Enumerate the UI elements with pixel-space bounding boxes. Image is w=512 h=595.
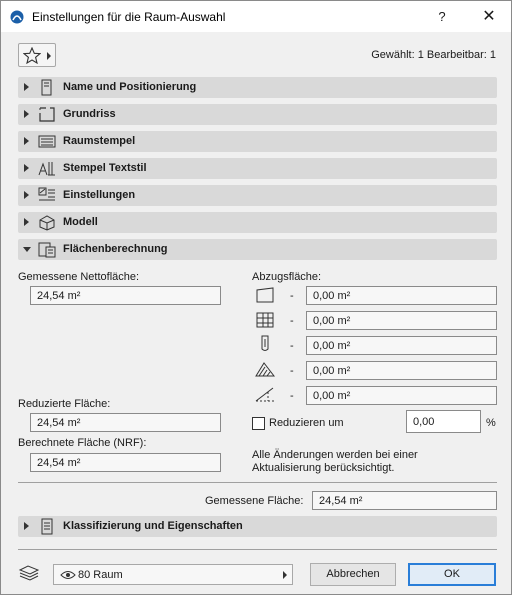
deduction-dash: - xyxy=(290,340,294,352)
layers-icon xyxy=(18,565,40,581)
expand-arrow-icon xyxy=(24,522,29,530)
collapse-arrow-icon xyxy=(23,247,31,252)
section-name-positioning[interactable]: Name und Positionierung xyxy=(18,77,497,98)
deduction-field-column: 0,00 m² xyxy=(306,336,497,355)
section-floorplan[interactable]: Grundriss xyxy=(18,104,497,125)
divider xyxy=(18,549,497,550)
classification-icon xyxy=(41,518,53,535)
layer-select[interactable]: 80 Raum xyxy=(53,564,293,585)
section-label: Klassifizierung und Eigenschaften xyxy=(63,520,243,532)
layer-value: 80 Raum xyxy=(78,569,123,581)
chevron-right-icon xyxy=(47,52,51,60)
help-button[interactable]: ? xyxy=(431,7,453,27)
section-label: Stempel Textstil xyxy=(63,162,147,174)
section-label: Einstellungen xyxy=(63,189,136,201)
measured-area-label: Gemessene Fläche: xyxy=(205,495,304,507)
expand-arrow-icon xyxy=(24,191,29,199)
deduction-field-roof: 0,00 m² xyxy=(306,386,497,405)
section-label: Modell xyxy=(63,216,98,228)
chevron-right-icon xyxy=(283,571,287,579)
roof-icon xyxy=(255,387,274,402)
deduction-dash: - xyxy=(290,290,294,302)
measured-area-field: 24,54 m² xyxy=(312,491,497,510)
reduced-area-label: Reduzierte Fläche: xyxy=(18,398,111,410)
dialog-window: Einstellungen für die Raum-Auswahl ? ✕ G… xyxy=(0,0,512,595)
floorplan-icon xyxy=(39,107,55,122)
ok-button[interactable]: OK xyxy=(408,563,496,586)
eye-icon xyxy=(60,571,76,579)
measured-net-area-label: Gemessene Nettofläche: xyxy=(18,271,140,283)
title-bar: Einstellungen für die Raum-Auswahl ? ✕ xyxy=(1,1,511,32)
deduction-dash: - xyxy=(290,390,294,402)
section-model[interactable]: Modell xyxy=(18,212,497,233)
settings-icon xyxy=(38,187,55,201)
column-icon xyxy=(261,335,269,351)
section-stamp-text-style[interactable]: Stempel Textstil xyxy=(18,158,497,179)
cancel-button[interactable]: Abbrechen xyxy=(310,563,396,586)
zone-stamp-icon xyxy=(38,135,56,148)
reduce-checkbox[interactable] xyxy=(252,417,265,430)
section-label: Flächenberechnung xyxy=(63,243,168,255)
expand-arrow-icon xyxy=(24,164,29,172)
expand-arrow-icon xyxy=(24,110,29,118)
calculated-area-label: Berechnete Fläche (NRF): xyxy=(18,437,147,449)
selection-info: Gewählt: 1 Bearbeitbar: 1 xyxy=(371,49,496,61)
star-icon xyxy=(23,47,41,64)
low-height-icon xyxy=(256,287,274,303)
deduction-dash: - xyxy=(290,315,294,327)
expand-arrow-icon xyxy=(24,83,29,91)
section-area-calculation[interactable]: Flächenberechnung xyxy=(18,239,497,260)
window-title: Einstellungen für die Raum-Auswahl xyxy=(32,10,226,24)
wall-inset-icon xyxy=(256,312,274,328)
section-zone-stamp[interactable]: Raumstempel xyxy=(18,131,497,152)
model-icon xyxy=(39,215,55,231)
name-position-icon xyxy=(41,79,52,96)
deduction-field-hatch: 0,00 m² xyxy=(306,361,497,380)
expand-arrow-icon xyxy=(24,218,29,226)
section-label: Raumstempel xyxy=(63,135,136,147)
divider xyxy=(18,482,497,483)
reduced-area-field: 24,54 m² xyxy=(30,413,221,432)
close-button[interactable]: ✕ xyxy=(477,6,501,28)
deductions-label: Abzugsfläche: xyxy=(252,271,322,283)
deduction-field-wall-inset: 0,00 m² xyxy=(306,311,497,330)
favorites-button[interactable] xyxy=(18,43,56,67)
reduce-checkbox-label[interactable]: Reduzieren um xyxy=(269,417,344,429)
text-style-icon xyxy=(38,162,55,176)
deduction-dash: - xyxy=(290,365,294,377)
section-settings[interactable]: Einstellungen xyxy=(18,185,497,206)
percent-unit: % xyxy=(486,417,496,429)
hatch-icon xyxy=(255,362,276,377)
section-classification[interactable]: Klassifizierung und Eigenschaften xyxy=(18,516,497,537)
archicad-logo-icon xyxy=(10,10,24,24)
area-calc-icon xyxy=(38,242,56,258)
calculated-area-field: 24,54 m² xyxy=(30,453,221,472)
measured-net-area-field: 24,54 m² xyxy=(30,286,221,305)
reduce-percent-input[interactable]: 0,00 xyxy=(406,410,481,433)
section-label: Name und Positionierung xyxy=(63,81,197,93)
deduction-field-low-height: 0,00 m² xyxy=(306,286,497,305)
update-note: Alle Änderungen werden bei einer Aktuali… xyxy=(252,449,418,474)
section-label: Grundriss xyxy=(63,108,116,120)
expand-arrow-icon xyxy=(24,137,29,145)
